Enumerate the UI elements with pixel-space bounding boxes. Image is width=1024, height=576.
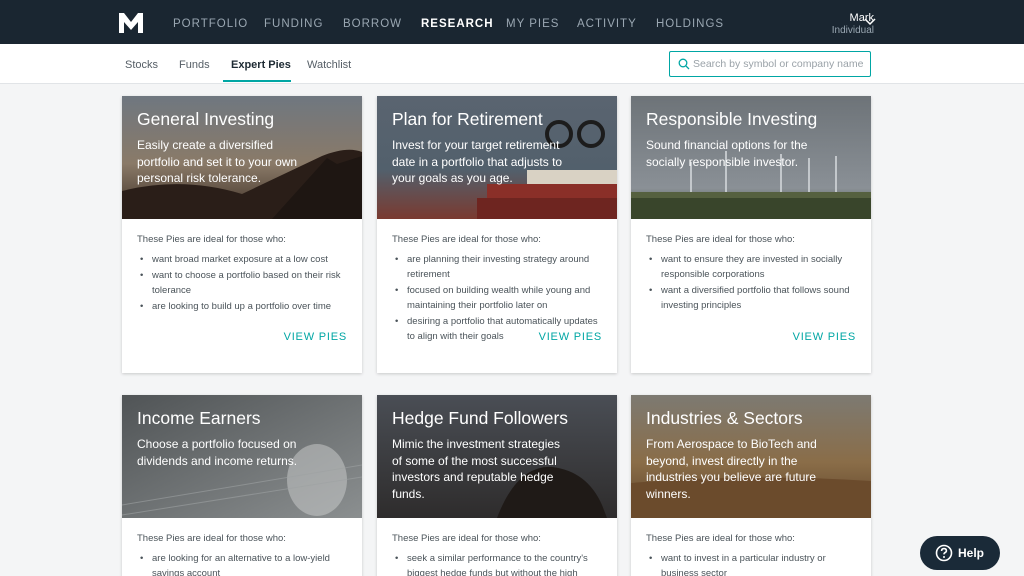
- nav-borrow[interactable]: BORROW: [343, 18, 402, 30]
- bullet-item: focused on building wealth while young a…: [392, 283, 602, 313]
- bullet-item: want a diversified portfolio that follow…: [646, 283, 856, 313]
- card-income-earners: Income Earners Choose a portfolio focuse…: [122, 395, 362, 576]
- card-title: Hedge Fund Followers: [392, 408, 569, 428]
- card-responsible-investing: Responsible Investing Sound financial op…: [631, 96, 871, 373]
- chevron-down-icon[interactable]: [864, 17, 876, 27]
- bullet-list: want to ensure they are invested in soci…: [646, 252, 856, 313]
- help-button[interactable]: Help: [920, 536, 1000, 570]
- bullet-item: want broad market exposure at a low cost: [137, 252, 347, 267]
- view-pies-button[interactable]: VIEW PIES: [284, 331, 347, 343]
- card-hero-image: Hedge Fund Followers Mimic the investmen…: [377, 395, 617, 518]
- card-plan-for-retirement: Plan for Retirement Invest for your targ…: [377, 96, 617, 373]
- bullet-item: seek a similar performance to the countr…: [392, 551, 602, 576]
- help-label: Help: [958, 546, 985, 560]
- nav-holdings[interactable]: HOLDINGS: [656, 18, 724, 30]
- bullet-item: are planning their investing strategy ar…: [392, 252, 602, 282]
- ideal-label: These Pies are ideal for those who:: [392, 234, 541, 245]
- view-pies-button[interactable]: VIEW PIES: [539, 331, 602, 343]
- card-hero-image: Plan for Retirement Invest for your targ…: [377, 96, 617, 219]
- card-description: Invest for your target retirement date i…: [392, 138, 563, 185]
- search-input[interactable]: [693, 55, 865, 73]
- bullet-list: are looking for an alternative to a low-…: [137, 551, 347, 576]
- card-hero-image: General Investing Easily create a divers…: [122, 96, 362, 219]
- ideal-label: These Pies are ideal for those who:: [137, 533, 286, 544]
- tab-watchlist[interactable]: Watchlist: [307, 59, 351, 71]
- bullet-list: want broad market exposure at a low cost…: [137, 252, 347, 314]
- bullet-item: want to invest in a particular industry …: [646, 551, 856, 576]
- card-hedge-fund-followers: Hedge Fund Followers Mimic the investmen…: [377, 395, 617, 576]
- nav-my-pies[interactable]: MY PIES: [506, 18, 559, 30]
- card-title: Plan for Retirement: [392, 109, 543, 129]
- card-industries-sectors: Industries & Sectors From Aerospace to B…: [631, 395, 871, 576]
- card-description: Easily create a diversified portfolio an…: [137, 138, 298, 185]
- card-hero-image: Responsible Investing Sound financial op…: [631, 96, 871, 219]
- bullet-item: are looking to build up a portfolio over…: [137, 299, 347, 314]
- nav-funding[interactable]: FUNDING: [264, 18, 323, 30]
- card-title: Income Earners: [137, 408, 261, 428]
- search-box[interactable]: [669, 51, 871, 77]
- view-pies-button[interactable]: VIEW PIES: [793, 331, 856, 343]
- bullet-item: want to choose a portfolio based on thei…: [137, 268, 347, 298]
- bullet-item: want to ensure they are invested in soci…: [646, 252, 856, 282]
- bullet-list: seek a similar performance to the countr…: [392, 551, 602, 576]
- tab-funds[interactable]: Funds: [179, 59, 210, 71]
- search-icon: [678, 58, 690, 70]
- tab-expert-pies[interactable]: Expert Pies: [231, 59, 291, 71]
- active-tab-indicator: [223, 80, 291, 82]
- card-description: From Aerospace to BioTech and beyond, in…: [646, 437, 817, 501]
- card-description: Choose a portfolio focused on dividends …: [137, 437, 298, 468]
- card-title: Industries & Sectors: [646, 408, 803, 428]
- nav-portfolio[interactable]: PORTFOLIO: [173, 18, 248, 30]
- card-title: General Investing: [137, 109, 275, 129]
- ideal-label: These Pies are ideal for those who:: [646, 234, 795, 245]
- question-circle-icon: [935, 544, 953, 562]
- m1-logo-icon[interactable]: [119, 13, 143, 33]
- card-general-investing: General Investing Easily create a divers…: [122, 96, 362, 373]
- top-navbar: PORTFOLIO FUNDING BORROW RESEARCH MY PIE…: [0, 0, 1024, 44]
- bullet-list: want to invest in a particular industry …: [646, 551, 856, 576]
- nav-research[interactable]: RESEARCH: [421, 18, 494, 30]
- tab-stocks[interactable]: Stocks: [125, 59, 158, 71]
- card-hero-image: Industries & Sectors From Aerospace to B…: [631, 395, 871, 518]
- card-title: Responsible Investing: [646, 109, 818, 129]
- nav-activity[interactable]: ACTIVITY: [577, 18, 637, 30]
- ideal-label: These Pies are ideal for those who:: [392, 533, 541, 544]
- card-description: Sound financial options for the socially…: [646, 138, 808, 169]
- card-description: Mimic the investment strategies of some …: [392, 437, 561, 501]
- ideal-label: These Pies are ideal for those who:: [137, 234, 286, 245]
- bullet-item: are looking for an alternative to a low-…: [137, 551, 347, 576]
- ideal-label: These Pies are ideal for those who:: [646, 533, 795, 544]
- card-hero-image: Income Earners Choose a portfolio focuse…: [122, 395, 362, 518]
